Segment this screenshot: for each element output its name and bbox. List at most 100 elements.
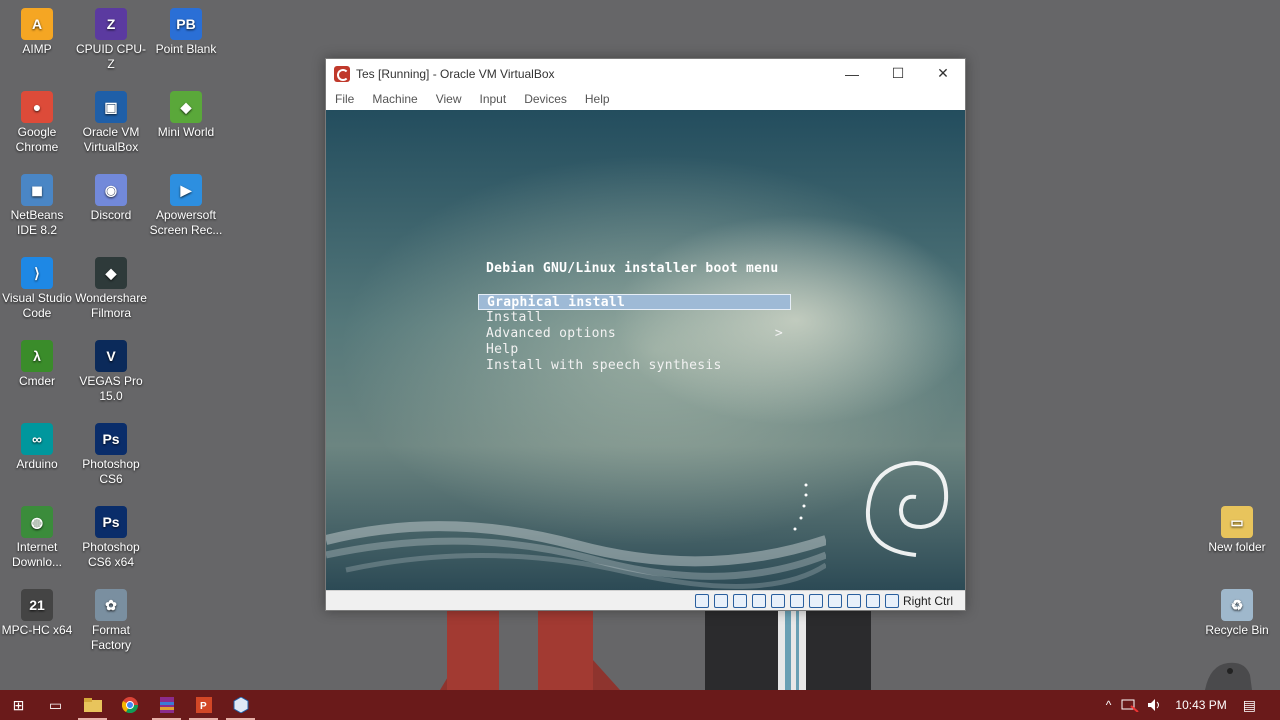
chevron-right-icon: > [774, 326, 783, 341]
desktop-icon-mpc-hc-x64[interactable]: 21 MPC-HC x64 [0, 589, 74, 638]
desktop-icon-wondershare-filmora[interactable]: ◆ Wondershare Filmora [74, 257, 148, 321]
app-icon: ▭ [1221, 506, 1253, 538]
desktop-icon-point-blank[interactable]: PB Point Blank [149, 8, 223, 57]
desktop-icon-visual-studio-code[interactable]: ⟩ Visual Studio Code [0, 257, 74, 321]
virtualbox-app-icon [334, 65, 350, 82]
app-icon: ◼ [21, 174, 53, 206]
network-tray-icon[interactable] [1121, 698, 1140, 712]
desktop-icon-recycle-bin[interactable]: ♻ Recycle Bin [1200, 589, 1274, 638]
virtualbox-window[interactable]: Tes [Running] - Oracle VM VirtualBox — ☐… [325, 58, 966, 611]
desktop-icon-google-chrome[interactable]: ● Google Chrome [0, 91, 74, 155]
desktop-icon-cpuid-cpu-z[interactable]: Z CPUID CPU-Z [74, 8, 148, 72]
svg-text:P: P [200, 701, 207, 712]
app-icon: PB [170, 8, 202, 40]
desktop-icon-aimp[interactable]: A AIMP [0, 8, 74, 57]
desktop-icon-label: Wondershare Filmora [75, 291, 147, 320]
boot-menu-title: Debian GNU/Linux installer boot menu [486, 261, 779, 276]
mouse-integration-icon[interactable] [865, 593, 880, 608]
desktop-icon-label: Internet Downlo... [11, 540, 63, 569]
desktop-icon-discord[interactable]: ◉ Discord [74, 174, 148, 223]
app-icon: ▶ [170, 174, 202, 206]
taskbar-powerpoint[interactable]: P [185, 690, 222, 720]
taskbar-winrar[interactable] [148, 690, 185, 720]
boot-item-advanced-options[interactable]: Advanced options > [478, 326, 791, 342]
start-button[interactable]: ⊞ [0, 690, 37, 720]
taskbar-chrome[interactable] [111, 690, 148, 720]
tray-chevron-icon[interactable]: ^ [1106, 698, 1112, 712]
wallpaper-figure-leg [447, 610, 499, 690]
menu-help[interactable]: Help [585, 92, 610, 106]
tray-clock[interactable]: 10:43 PM [1175, 698, 1226, 712]
menu-view[interactable]: View [436, 92, 462, 106]
app-icon: Z [95, 8, 127, 40]
app-icon: ◆ [170, 91, 202, 123]
volume-tray-icon[interactable] [1147, 698, 1163, 712]
desktop-icon-mini-world[interactable]: ◆ Mini World [149, 91, 223, 140]
system-tray: ^ 10:43 PM ▤ [1106, 690, 1280, 720]
app-icon: A [21, 8, 53, 40]
shared-folders-icon[interactable] [789, 593, 804, 608]
usb-icon[interactable] [770, 593, 785, 608]
folder-icon [83, 698, 102, 712]
desktop-icon-label: Oracle VM VirtualBox [82, 125, 140, 154]
display-icon[interactable] [808, 593, 823, 608]
desktop-icon-photoshop-cs6[interactable]: Ps Photoshop CS6 [74, 423, 148, 487]
action-center-icon[interactable]: ▤ [1243, 697, 1256, 714]
desktop-icon-label: Arduino [16, 457, 58, 471]
minimize-button[interactable]: — [829, 59, 875, 88]
desktop-icon-label: New folder [1208, 540, 1266, 554]
menu-file[interactable]: File [335, 92, 354, 106]
desktop-icon-arduino[interactable]: ∞ Arduino [0, 423, 74, 472]
desktop-icon-internet-downlo[interactable]: ◍ Internet Downlo... [0, 506, 74, 570]
app-icon: ◆ [95, 257, 127, 289]
task-view-button[interactable]: ▭ [37, 690, 74, 720]
app-icon: ✿ [95, 589, 127, 621]
desktop-icon-label: Mini World [157, 125, 215, 139]
optical-drive-icon[interactable] [713, 593, 728, 608]
cpu-icon[interactable] [846, 593, 861, 608]
window-title: Tes [Running] - Oracle VM VirtualBox [356, 66, 555, 81]
boot-item-help[interactable]: Help [478, 342, 791, 358]
app-icon: Ps [95, 506, 127, 538]
host-key-label: Right Ctrl [902, 593, 953, 608]
desktop-icon-photoshop-cs6-x64[interactable]: Ps Photoshop CS6 x64 [74, 506, 148, 570]
desktop-icon-label: Google Chrome [15, 125, 59, 154]
taskbar-virtualbox[interactable] [222, 690, 259, 720]
wallpaper-figure-stripe [796, 610, 799, 690]
desktop-icon-format-factory[interactable]: ✿ Format Factory [74, 589, 148, 653]
audio-icon[interactable] [732, 593, 747, 608]
menu-devices[interactable]: Devices [524, 92, 567, 106]
desktop-icon-netbeans-ide-8-2[interactable]: ◼ NetBeans IDE 8.2 [0, 174, 74, 238]
close-button[interactable]: ✕ [920, 59, 966, 88]
desktop-icon-new-folder[interactable]: ▭ New folder [1200, 506, 1274, 555]
boot-item-speech-synthesis[interactable]: Install with speech synthesis [478, 358, 791, 374]
taskbar-file-explorer[interactable] [74, 690, 111, 720]
app-icon: ∞ [21, 423, 53, 455]
hard-disk-icon[interactable] [694, 593, 709, 608]
vm-display[interactable]: Debian GNU/Linux installer boot menu Gra… [326, 110, 965, 590]
desktop-icon-apowersoft-screen-rec[interactable]: ▶ Apowersoft Screen Rec... [149, 174, 223, 238]
app-icon: ♻ [1221, 589, 1253, 621]
network-icon[interactable] [751, 593, 766, 608]
host-key-icon[interactable] [884, 593, 899, 608]
desktop-icon-oracle-vm-virtualbox[interactable]: ▣ Oracle VM VirtualBox [74, 91, 148, 155]
app-icon: λ [21, 340, 53, 372]
maximize-button[interactable]: ☐ [875, 59, 921, 88]
desktop-icon-label: Format Factory [90, 623, 131, 652]
desktop-icon-label: VEGAS Pro 15.0 [79, 374, 143, 403]
vm-statusbar: Right Ctrl [326, 590, 965, 610]
wallpaper-figure-stripe [785, 610, 791, 690]
chrome-icon [121, 697, 138, 713]
winrar-icon [159, 697, 174, 713]
window-titlebar[interactable]: Tes [Running] - Oracle VM VirtualBox — ☐… [326, 59, 965, 88]
boot-item-graphical-install[interactable]: Graphical install [478, 294, 791, 310]
boot-item-install[interactable]: Install [478, 310, 791, 326]
app-icon: V [95, 340, 127, 372]
desktop-icon-vegas-pro-15-0[interactable]: V VEGAS Pro 15.0 [74, 340, 148, 404]
menu-input[interactable]: Input [480, 92, 507, 106]
menu-machine[interactable]: Machine [372, 92, 417, 106]
video-capture-icon[interactable] [827, 593, 842, 608]
powerpoint-icon: P [195, 697, 212, 713]
desktop-icon-cmder[interactable]: λ Cmder [0, 340, 74, 389]
maximize-icon: ☐ [891, 65, 905, 81]
